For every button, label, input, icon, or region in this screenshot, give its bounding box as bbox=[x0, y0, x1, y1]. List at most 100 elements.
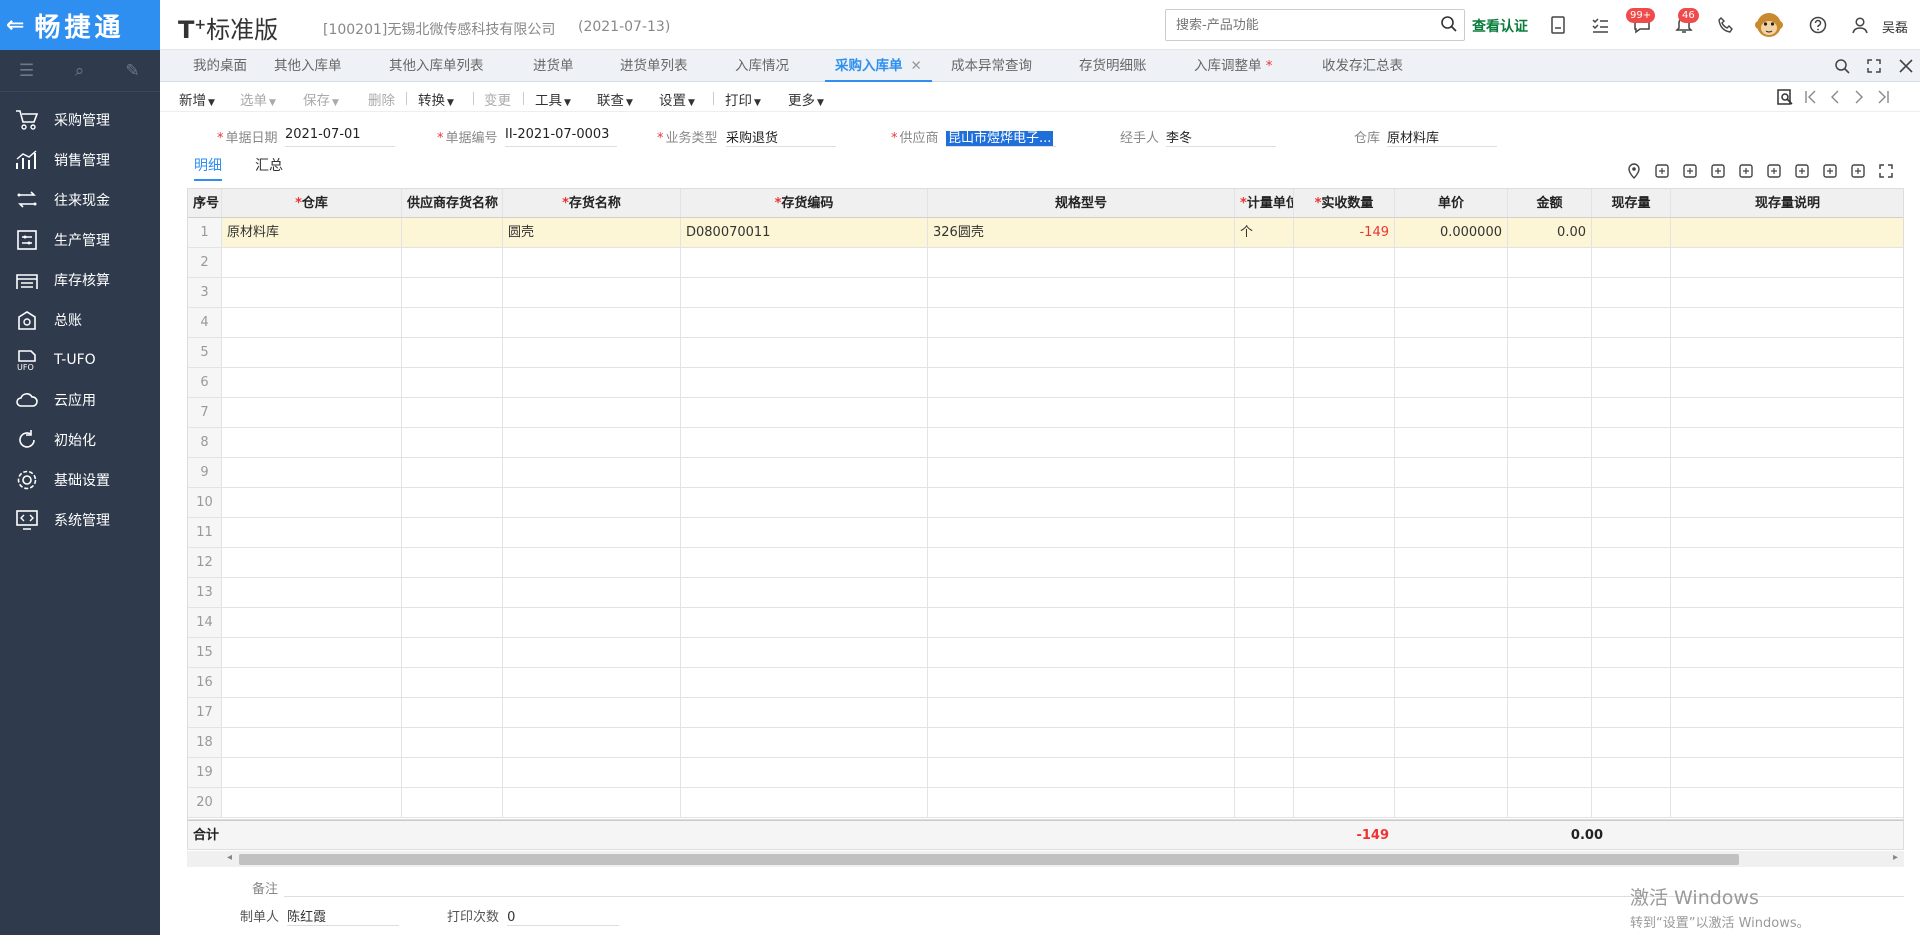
tab-10[interactable]: 入库调整单 * bbox=[1194, 50, 1273, 82]
table-cell[interactable] bbox=[402, 638, 503, 667]
table-cell[interactable] bbox=[222, 278, 402, 307]
table-cell[interactable] bbox=[1671, 638, 1903, 667]
table-cell[interactable] bbox=[503, 518, 681, 547]
table-cell[interactable] bbox=[1395, 518, 1508, 547]
table-cell[interactable] bbox=[1671, 338, 1903, 367]
table-cell[interactable] bbox=[681, 428, 928, 457]
table-cell[interactable] bbox=[1508, 728, 1592, 757]
table-cell[interactable] bbox=[1671, 248, 1903, 277]
table-cell[interactable] bbox=[928, 248, 1235, 277]
cell-idx[interactable]: 6 bbox=[188, 368, 222, 397]
table-cell[interactable] bbox=[928, 698, 1235, 727]
table-cell[interactable] bbox=[1592, 728, 1671, 757]
table-row[interactable]: 11 bbox=[188, 518, 1903, 548]
cell-idx[interactable]: 9 bbox=[188, 458, 222, 487]
last-page-icon[interactable] bbox=[1876, 88, 1890, 110]
cell-idx[interactable]: 10 bbox=[188, 488, 222, 517]
sidebar-item-10[interactable]: 基础设置 bbox=[0, 460, 160, 500]
horizontal-scrollbar[interactable]: ◂ ▸ bbox=[187, 851, 1904, 867]
table-cell[interactable] bbox=[1294, 578, 1395, 607]
delete-button[interactable]: 删除 bbox=[368, 89, 395, 109]
table-cell[interactable] bbox=[1592, 548, 1671, 577]
remark-field[interactable]: 备注 bbox=[252, 878, 1904, 897]
table-cell[interactable] bbox=[1508, 758, 1592, 787]
pick-button[interactable]: 选单 ▼ bbox=[240, 89, 276, 109]
table-cell[interactable] bbox=[1294, 698, 1395, 727]
table-cell[interactable] bbox=[681, 758, 928, 787]
tab-2[interactable]: 其他入库单 bbox=[274, 50, 342, 82]
tab-4[interactable]: 进货单 bbox=[533, 50, 574, 82]
table-cell[interactable] bbox=[1508, 248, 1592, 277]
table-cell[interactable] bbox=[1235, 248, 1294, 277]
table-cell[interactable] bbox=[1294, 338, 1395, 367]
table-cell[interactable] bbox=[1592, 218, 1671, 247]
copy-row-icon[interactable] bbox=[1654, 163, 1670, 181]
tab-1[interactable]: 我的桌面 bbox=[193, 50, 247, 82]
table-cell[interactable] bbox=[1395, 308, 1508, 337]
table-cell[interactable] bbox=[503, 578, 681, 607]
user-icon[interactable] bbox=[1850, 15, 1870, 35]
table-cell[interactable] bbox=[1235, 368, 1294, 397]
table-cell[interactable] bbox=[503, 428, 681, 457]
tab-search-icon[interactable] bbox=[1834, 58, 1850, 76]
table-cell[interactable] bbox=[1508, 278, 1592, 307]
table-cell[interactable] bbox=[1592, 788, 1671, 817]
table-cell[interactable] bbox=[928, 548, 1235, 577]
table-cell[interactable] bbox=[1671, 428, 1903, 457]
table-cell[interactable] bbox=[1508, 488, 1592, 517]
cell-unit[interactable]: 个 bbox=[1235, 218, 1294, 247]
table-cell[interactable] bbox=[1235, 668, 1294, 697]
table-cell[interactable] bbox=[928, 308, 1235, 337]
table-cell[interactable] bbox=[681, 608, 928, 637]
table-row[interactable]: 13 bbox=[188, 578, 1903, 608]
table-row[interactable]: 16 bbox=[188, 668, 1903, 698]
table-cell[interactable] bbox=[1671, 548, 1903, 577]
table-cell[interactable] bbox=[503, 308, 681, 337]
table-cell[interactable] bbox=[1508, 368, 1592, 397]
table-cell[interactable] bbox=[402, 668, 503, 697]
table-cell[interactable] bbox=[1395, 608, 1508, 637]
supplier-value[interactable]: 昆山市煜烨电子... bbox=[946, 131, 1054, 146]
biz-type-value[interactable]: 采购退货 bbox=[726, 127, 836, 147]
table-cell[interactable] bbox=[1235, 308, 1294, 337]
doc-search-icon[interactable] bbox=[1776, 88, 1794, 110]
table-row[interactable]: 12 bbox=[188, 548, 1903, 578]
table-cell[interactable] bbox=[1235, 548, 1294, 577]
table-row[interactable]: 9 bbox=[188, 458, 1903, 488]
table-cell[interactable] bbox=[1395, 698, 1508, 727]
tab-7[interactable]: 采购入库单 ✕ bbox=[825, 50, 932, 82]
table-cell[interactable] bbox=[1508, 608, 1592, 637]
table-cell[interactable] bbox=[1294, 488, 1395, 517]
export-icon[interactable] bbox=[1766, 163, 1782, 181]
brand-bar[interactable]: ⇐ 畅捷通 bbox=[0, 0, 160, 50]
table-cell[interactable] bbox=[1294, 278, 1395, 307]
table-row[interactable]: 20 bbox=[188, 788, 1903, 818]
table-cell[interactable] bbox=[402, 728, 503, 757]
table-cell[interactable] bbox=[1235, 518, 1294, 547]
sidebar-item-8[interactable]: 云应用 bbox=[0, 380, 160, 420]
cell-idx[interactable]: 2 bbox=[188, 248, 222, 277]
tab-detail[interactable]: 明细 bbox=[194, 155, 222, 181]
table-cell[interactable] bbox=[1592, 638, 1671, 667]
table-row[interactable]: 2 bbox=[188, 248, 1903, 278]
handler-field[interactable]: 经手人 李冬 bbox=[1120, 127, 1276, 147]
table-cell[interactable] bbox=[1294, 458, 1395, 487]
table-cell[interactable] bbox=[1508, 698, 1592, 727]
table-cell[interactable] bbox=[1508, 398, 1592, 427]
print-button[interactable]: 打印 ▼ bbox=[725, 89, 761, 109]
table-cell[interactable] bbox=[402, 488, 503, 517]
expand-icon[interactable] bbox=[1878, 163, 1894, 181]
table-cell[interactable] bbox=[1235, 338, 1294, 367]
tools-button[interactable]: 工具 ▼ bbox=[535, 89, 571, 109]
cell-idx[interactable]: 16 bbox=[188, 668, 222, 697]
table-row[interactable]: 17 bbox=[188, 698, 1903, 728]
sidebar-item-7[interactable]: UFO T-UFO bbox=[0, 340, 160, 380]
user-name[interactable]: 吴磊 bbox=[1882, 17, 1908, 36]
cell-idx[interactable]: 11 bbox=[188, 518, 222, 547]
table-cell[interactable] bbox=[928, 368, 1235, 397]
table-cell[interactable] bbox=[1508, 788, 1592, 817]
table-cell[interactable] bbox=[681, 728, 928, 757]
doc-date-value[interactable]: 2021-07-01 bbox=[285, 127, 395, 147]
table-cell[interactable] bbox=[402, 338, 503, 367]
next-page-icon[interactable] bbox=[1852, 88, 1866, 110]
